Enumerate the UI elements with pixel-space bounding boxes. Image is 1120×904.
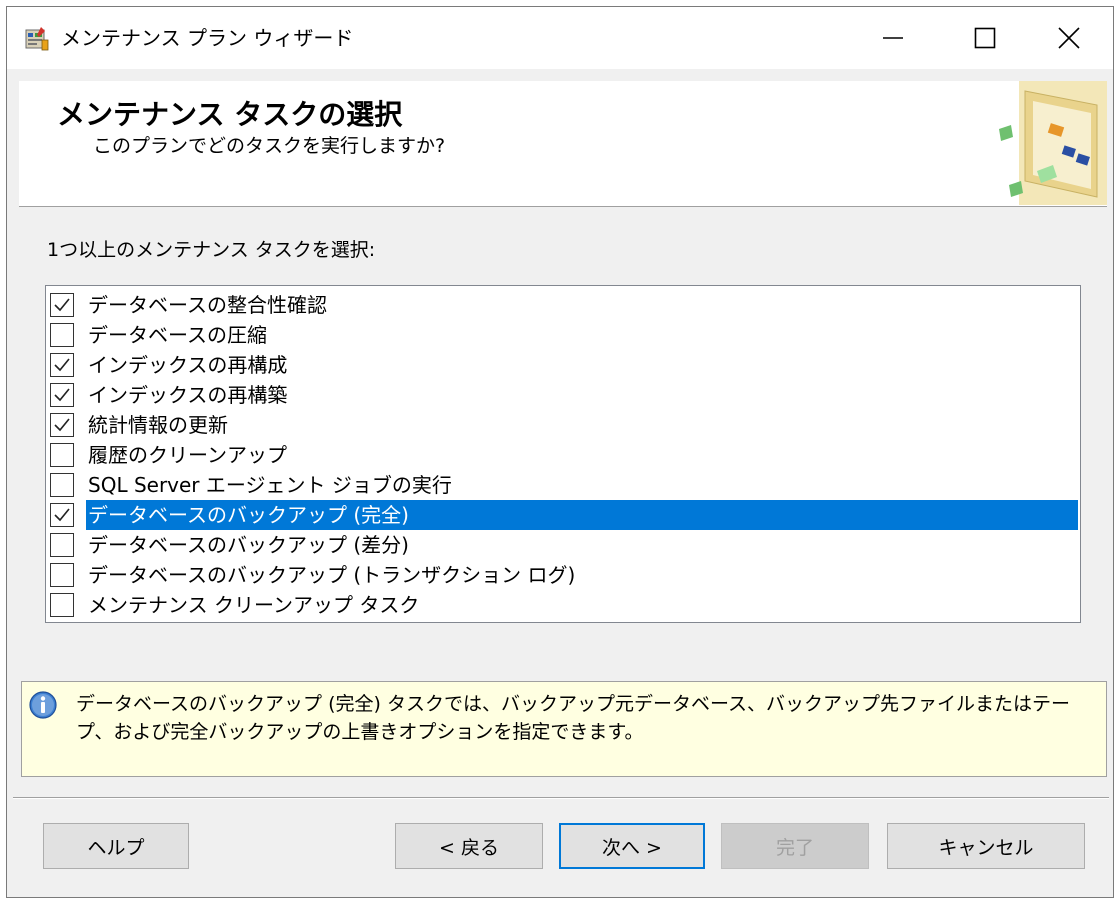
task-label[interactable]: 履歴のクリーンアップ bbox=[86, 440, 1078, 470]
finish-button: 完了 bbox=[721, 823, 869, 869]
task-checklist[interactable]: データベースの整合性確認 データベースの圧縮 インデックスの再構成 インデックスの再構… bbox=[45, 285, 1081, 623]
header-banner: メンテナンス タスクの選択 このプランでどのタスクを実行しますか? bbox=[19, 81, 1107, 207]
task-item[interactable]: データベースのバックアップ (完全) bbox=[46, 500, 1080, 530]
task-prompt-label: 1つ以上のメンテナンス タスクを選択: bbox=[47, 239, 376, 261]
back-button[interactable]: < 戻る bbox=[395, 823, 543, 869]
task-checkbox[interactable] bbox=[50, 533, 74, 557]
task-checkbox[interactable] bbox=[50, 503, 74, 527]
task-item[interactable]: インデックスの再構成 bbox=[46, 350, 1080, 380]
close-icon bbox=[1058, 27, 1080, 49]
task-label[interactable]: データベースのバックアップ (差分) bbox=[86, 530, 1078, 560]
task-item[interactable]: データベースのバックアップ (トランザクション ログ) bbox=[46, 560, 1080, 590]
task-checkbox[interactable] bbox=[50, 293, 74, 317]
wizard-icon bbox=[25, 27, 49, 51]
task-checkbox[interactable] bbox=[50, 593, 74, 617]
task-label[interactable]: データベースの整合性確認 bbox=[86, 290, 1078, 320]
task-label[interactable]: 統計情報の更新 bbox=[86, 410, 1078, 440]
info-icon bbox=[29, 691, 57, 719]
wizard-banner-icon bbox=[999, 81, 1107, 205]
task-label[interactable]: メンテナンス クリーンアップ タスク bbox=[86, 590, 1078, 620]
task-label[interactable]: SQL Server エージェント ジョブの実行 bbox=[86, 470, 1078, 500]
task-checkbox[interactable] bbox=[50, 323, 74, 347]
task-item[interactable]: SQL Server エージェント ジョブの実行 bbox=[46, 470, 1080, 500]
task-label[interactable]: インデックスの再構成 bbox=[86, 350, 1078, 380]
task-item[interactable]: データベースの圧縮 bbox=[46, 320, 1080, 350]
task-label[interactable]: データベースのバックアップ (トランザクション ログ) bbox=[86, 560, 1078, 590]
task-label[interactable]: データベースの圧縮 bbox=[86, 320, 1078, 350]
checkmark-icon bbox=[54, 418, 70, 432]
task-checkbox[interactable] bbox=[50, 563, 74, 587]
checkmark-icon bbox=[54, 508, 70, 522]
task-checkbox[interactable] bbox=[50, 473, 74, 497]
task-label[interactable]: インデックスの再構築 bbox=[86, 380, 1078, 410]
task-item[interactable]: インデックスの再構築 bbox=[46, 380, 1080, 410]
task-item[interactable]: データベースの整合性確認 bbox=[46, 290, 1080, 320]
task-item[interactable]: データベースのバックアップ (差分) bbox=[46, 530, 1080, 560]
wizard-window: メンテナンス プラン ウィザード メンテナンス タスクの選択 このプランでどのタ… bbox=[6, 6, 1114, 898]
task-checkbox[interactable] bbox=[50, 383, 74, 407]
checkmark-icon bbox=[54, 358, 70, 372]
close-button[interactable] bbox=[1023, 7, 1115, 69]
task-description-text: データベースのバックアップ (完全) タスクでは、バックアップ元データベース、バ… bbox=[76, 693, 1071, 743]
checkmark-icon bbox=[54, 388, 70, 402]
title-bar: メンテナンス プラン ウィザード bbox=[7, 7, 1113, 69]
cancel-button[interactable]: キャンセル bbox=[887, 823, 1085, 869]
page-subtitle: このプランでどのタスクを実行しますか? bbox=[93, 135, 446, 157]
page-title: メンテナンス タスクの選択 bbox=[57, 98, 403, 131]
help-button[interactable]: ヘルプ bbox=[43, 823, 189, 869]
window-title: メンテナンス プラン ウィザード bbox=[61, 26, 354, 50]
maximize-icon bbox=[974, 27, 996, 49]
task-label[interactable]: データベースのバックアップ (完全) bbox=[86, 500, 1078, 530]
task-item[interactable]: メンテナンス クリーンアップ タスク bbox=[46, 590, 1080, 620]
task-description-box: データベースのバックアップ (完全) タスクでは、バックアップ元データベース、バ… bbox=[21, 681, 1107, 777]
checkmark-icon bbox=[54, 298, 70, 312]
minimize-button[interactable] bbox=[847, 7, 939, 69]
task-checkbox[interactable] bbox=[50, 443, 74, 467]
maximize-button[interactable] bbox=[939, 7, 1031, 69]
divider bbox=[13, 797, 1109, 799]
task-item[interactable]: 履歴のクリーンアップ bbox=[46, 440, 1080, 470]
minimize-icon bbox=[883, 37, 903, 39]
next-button[interactable]: 次へ > bbox=[559, 823, 705, 869]
task-item[interactable]: 統計情報の更新 bbox=[46, 410, 1080, 440]
task-checkbox[interactable] bbox=[50, 353, 74, 377]
task-checkbox[interactable] bbox=[50, 413, 74, 437]
